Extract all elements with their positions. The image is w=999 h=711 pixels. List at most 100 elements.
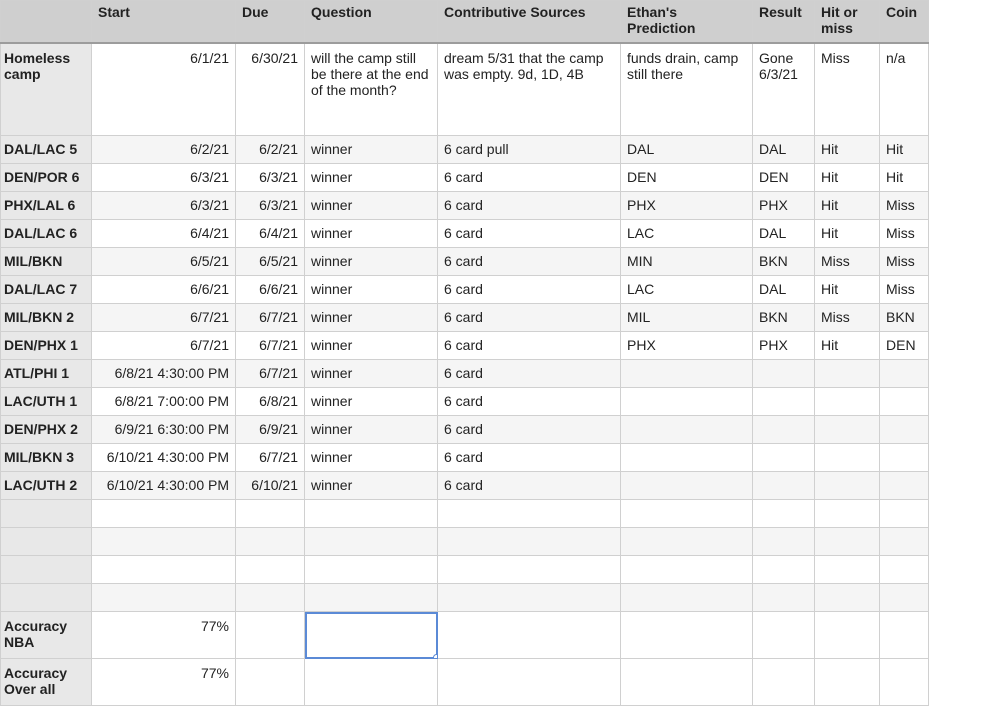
result-cell[interactable]: DAL: [752, 135, 815, 164]
due-cell[interactable]: 6/10/21: [235, 471, 305, 500]
row-label[interactable]: DEN/PHX 1: [0, 331, 92, 360]
result-cell[interactable]: DEN: [752, 163, 815, 192]
row-label[interactable]: DEN/POR 6: [0, 163, 92, 192]
sources-cell[interactable]: 6 card: [437, 191, 621, 220]
question-cell[interactable]: winner: [304, 387, 438, 416]
sources-cell[interactable]: 6 card: [437, 359, 621, 388]
empty-cell[interactable]: [814, 527, 880, 556]
accuracy-value[interactable]: 77%: [91, 611, 236, 659]
row-label[interactable]: DAL/LAC 5: [0, 135, 92, 164]
empty-cell[interactable]: [620, 527, 753, 556]
empty-cell[interactable]: [437, 611, 621, 659]
prediction-cell[interactable]: [620, 387, 753, 416]
coin-cell[interactable]: Hit: [879, 163, 929, 192]
empty-cell[interactable]: [235, 555, 305, 584]
prediction-cell[interactable]: [620, 415, 753, 444]
hit-miss-cell[interactable]: [814, 415, 880, 444]
empty-cell[interactable]: [879, 499, 929, 528]
empty-cell[interactable]: [620, 658, 753, 706]
prediction-cell[interactable]: [620, 443, 753, 472]
sources-cell[interactable]: 6 card: [437, 471, 621, 500]
question-cell[interactable]: will the camp still be there at the end …: [304, 42, 438, 136]
empty-cell[interactable]: [91, 555, 236, 584]
coin-cell[interactable]: Miss: [879, 247, 929, 276]
coin-cell[interactable]: Miss: [879, 275, 929, 304]
sources-cell[interactable]: dream 5/31 that the camp was empty. 9d, …: [437, 42, 621, 136]
empty-cell[interactable]: [437, 527, 621, 556]
start-cell[interactable]: 6/9/21 6:30:00 PM: [91, 415, 236, 444]
sources-cell[interactable]: 6 card: [437, 163, 621, 192]
empty-cell[interactable]: [814, 499, 880, 528]
coin-cell[interactable]: n/a: [879, 42, 929, 136]
empty-cell[interactable]: [304, 583, 438, 612]
accuracy-label[interactable]: Accuracy Over all: [0, 658, 92, 706]
empty-cell[interactable]: [437, 583, 621, 612]
question-cell[interactable]: winner: [304, 191, 438, 220]
result-cell[interactable]: [752, 443, 815, 472]
header-result[interactable]: Result: [752, 0, 815, 44]
row-label[interactable]: MIL/BKN: [0, 247, 92, 276]
prediction-cell[interactable]: DEN: [620, 163, 753, 192]
empty-cell[interactable]: [752, 499, 815, 528]
coin-cell[interactable]: BKN: [879, 303, 929, 332]
sources-cell[interactable]: 6 card: [437, 247, 621, 276]
start-cell[interactable]: 6/8/21 7:00:00 PM: [91, 387, 236, 416]
row-label[interactable]: LAC/UTH 2: [0, 471, 92, 500]
row-label[interactable]: [0, 583, 92, 612]
empty-cell[interactable]: [437, 555, 621, 584]
coin-cell[interactable]: Hit: [879, 135, 929, 164]
question-cell[interactable]: winner: [304, 303, 438, 332]
start-cell[interactable]: 6/3/21: [91, 163, 236, 192]
empty-cell[interactable]: [304, 527, 438, 556]
result-cell[interactable]: [752, 471, 815, 500]
empty-cell[interactable]: [620, 611, 753, 659]
empty-cell[interactable]: [91, 583, 236, 612]
result-cell[interactable]: DAL: [752, 275, 815, 304]
header-prediction[interactable]: Ethan's Prediction: [620, 0, 753, 44]
sources-cell[interactable]: 6 card: [437, 443, 621, 472]
hit-miss-cell[interactable]: Hit: [814, 275, 880, 304]
empty-cell[interactable]: [879, 555, 929, 584]
header-sources[interactable]: Contributive Sources: [437, 0, 621, 44]
start-cell[interactable]: 6/1/21: [91, 42, 236, 136]
result-cell[interactable]: [752, 387, 815, 416]
hit-miss-cell[interactable]: [814, 359, 880, 388]
prediction-cell[interactable]: DAL: [620, 135, 753, 164]
accuracy-label[interactable]: Accuracy NBA: [0, 611, 92, 659]
hit-miss-cell[interactable]: [814, 471, 880, 500]
start-cell[interactable]: 6/10/21 4:30:00 PM: [91, 443, 236, 472]
question-cell[interactable]: winner: [304, 331, 438, 360]
hit-miss-cell[interactable]: Hit: [814, 331, 880, 360]
due-cell[interactable]: 6/3/21: [235, 163, 305, 192]
start-cell[interactable]: 6/10/21 4:30:00 PM: [91, 471, 236, 500]
result-cell[interactable]: PHX: [752, 331, 815, 360]
result-cell[interactable]: DAL: [752, 219, 815, 248]
empty-cell[interactable]: [620, 583, 753, 612]
row-label[interactable]: LAC/UTH 1: [0, 387, 92, 416]
empty-cell[interactable]: [752, 583, 815, 612]
due-cell[interactable]: 6/5/21: [235, 247, 305, 276]
empty-cell[interactable]: [752, 658, 815, 706]
empty-cell[interactable]: [814, 658, 880, 706]
empty-cell[interactable]: [91, 499, 236, 528]
corner-cell[interactable]: [0, 0, 92, 44]
empty-cell[interactable]: [437, 499, 621, 528]
coin-cell[interactable]: [879, 443, 929, 472]
start-cell[interactable]: 6/7/21: [91, 303, 236, 332]
prediction-cell[interactable]: MIL: [620, 303, 753, 332]
question-cell[interactable]: winner: [304, 247, 438, 276]
start-cell[interactable]: 6/2/21: [91, 135, 236, 164]
due-cell[interactable]: 6/8/21: [235, 387, 305, 416]
row-label[interactable]: DAL/LAC 6: [0, 219, 92, 248]
prediction-cell[interactable]: LAC: [620, 219, 753, 248]
empty-cell[interactable]: [620, 555, 753, 584]
question-cell[interactable]: winner: [304, 219, 438, 248]
start-cell[interactable]: 6/6/21: [91, 275, 236, 304]
question-cell[interactable]: winner: [304, 275, 438, 304]
empty-cell[interactable]: [879, 583, 929, 612]
hit-miss-cell[interactable]: [814, 443, 880, 472]
empty-cell[interactable]: [879, 658, 929, 706]
empty-cell[interactable]: [814, 611, 880, 659]
row-label[interactable]: PHX/LAL 6: [0, 191, 92, 220]
empty-cell[interactable]: [752, 555, 815, 584]
